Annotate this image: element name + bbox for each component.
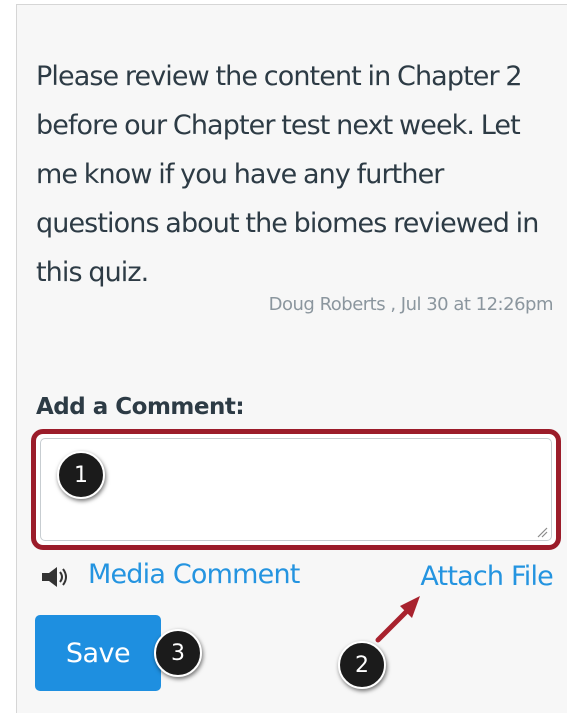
callout-2: 2 xyxy=(338,641,386,689)
speaker-icon xyxy=(42,567,67,587)
comment-meta: Doug Roberts , Jul 30 at 12:26pm xyxy=(268,294,554,315)
comment-input-highlight xyxy=(31,429,561,550)
comment-textarea[interactable] xyxy=(40,438,552,541)
comment-text: Please review the content in Chapter 2 b… xyxy=(36,61,539,288)
add-comment-label: Add a Comment: xyxy=(36,394,245,420)
save-button[interactable]: Save xyxy=(35,615,161,691)
callout-3: 3 xyxy=(154,629,202,677)
arrow-icon xyxy=(375,596,420,643)
media-comment-link[interactable]: Media Comment xyxy=(88,559,300,590)
callout-1: 1 xyxy=(57,451,105,499)
attach-file-link[interactable]: Attach File xyxy=(420,561,553,592)
resize-handle-icon[interactable] xyxy=(536,526,548,538)
